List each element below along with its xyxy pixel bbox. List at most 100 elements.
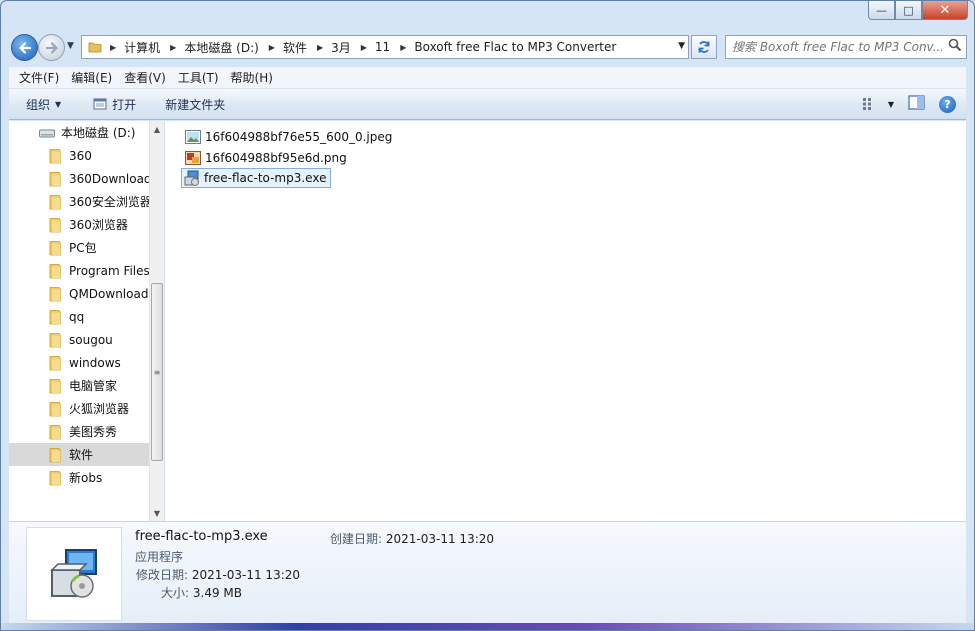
tree-item-program-files[interactable]: Program Files [9, 259, 151, 282]
scroll-down-icon[interactable]: ▼ [150, 505, 164, 521]
help-button[interactable]: ? [939, 95, 956, 113]
preview-pane-button[interactable] [908, 95, 925, 113]
desktop-edge [1, 623, 974, 630]
minimize-button[interactable]: — [868, 1, 895, 20]
caption-buttons: — □ ✕ [868, 1, 968, 20]
refresh-icon [698, 41, 710, 53]
detail-file-type: 应用程序 [135, 550, 184, 564]
tree-item-360[interactable]: 360 [9, 144, 151, 167]
breadcrumb-march[interactable]: 3月 [331, 39, 351, 56]
chevron-right-icon[interactable]: ▶ [400, 43, 406, 52]
organize-label: 组织 [26, 97, 51, 112]
created-value: 2021-03-11 13:20 [385, 532, 495, 546]
installer-exe-icon [50, 549, 97, 598]
file-name: free-flac-to-mp3.exe [204, 171, 327, 185]
menu-help[interactable]: 帮助(H) [231, 69, 273, 86]
folder-icon [49, 194, 61, 209]
chevron-right-icon[interactable]: ▶ [170, 43, 176, 52]
navigation-scrollbar[interactable]: ▲ ≡ ▼ [149, 121, 164, 521]
tree-item-qq[interactable]: qq [9, 305, 151, 328]
file-thumbnail [26, 527, 122, 621]
navigation-pane: 本地磁盘 (D:) 360 360Download 360安全浏览器 360浏览… [9, 121, 165, 521]
forward-button[interactable] [38, 34, 65, 61]
chevron-right-icon[interactable]: ▶ [361, 43, 367, 52]
menu-tools[interactable]: 工具(T) [178, 69, 219, 86]
maximize-button[interactable]: □ [895, 1, 922, 20]
search-icon[interactable] [948, 38, 962, 56]
folder-icon [49, 217, 61, 232]
folder-icon [49, 355, 61, 370]
refresh-button[interactable] [691, 35, 717, 59]
created-label: 创建日期: [330, 532, 383, 546]
folder-icon [49, 470, 61, 485]
breadcrumb-local-disk-d[interactable]: 本地磁盘 (D:) [184, 39, 258, 56]
close-button[interactable]: ✕ [922, 1, 968, 20]
folder-icon [49, 447, 61, 462]
tree-label: Program Files [69, 263, 150, 278]
search-input[interactable] [732, 40, 942, 54]
tree-item-qmdownload[interactable]: QMDownload [9, 282, 151, 305]
new-folder-button[interactable]: 新建文件夹 [165, 96, 225, 113]
folder-icon [49, 332, 61, 347]
menu-edit[interactable]: 编辑(E) [71, 69, 112, 86]
chevron-right-icon[interactable]: ▶ [110, 43, 116, 52]
tree-item-firefox[interactable]: 火狐浏览器 [9, 397, 151, 420]
menu-file[interactable]: 文件(F) [19, 69, 59, 86]
tree-item-new-obs[interactable]: 新obs [9, 466, 151, 489]
tree-item-pc-manager[interactable]: 电脑管家 [9, 374, 151, 397]
detail-modified: 修改日期: 2021-03-11 13:20 [136, 566, 300, 583]
file-item[interactable]: 16f604988bf95e6d.png [183, 148, 351, 168]
scrollbar-thumb[interactable]: ≡ [151, 283, 163, 461]
folder-icon [49, 148, 61, 163]
tree-item-pc-bao[interactable]: PC包 [9, 236, 151, 259]
change-view-button[interactable]: ▼ [862, 97, 894, 111]
file-list: 16f604988bf76e55_600_0.jpeg 16f604988bf9… [165, 121, 966, 521]
preview-pane-icon [908, 95, 925, 110]
menu-view[interactable]: 查看(V) [124, 69, 166, 86]
navigation-row: ▼ ▶ 计算机 ▶ 本地磁盘 (D:) ▶ 软件 ▶ 3月 ▶ 11 ▶ Box… [9, 31, 967, 63]
scroll-up-icon[interactable]: ▲ [150, 121, 164, 137]
detail-file-name: free-flac-to-mp3.exe [135, 529, 268, 544]
open-button[interactable]: 打开 [93, 96, 136, 113]
organize-button[interactable]: 组织 ▼ [26, 96, 61, 113]
tree-item-software[interactable]: 软件 [9, 443, 151, 466]
folder-icon [49, 309, 61, 324]
modified-value: 2021-03-11 13:20 [191, 568, 301, 582]
view-options-icon [862, 98, 871, 110]
tree-item-360-browser[interactable]: 360浏览器 [9, 213, 151, 236]
folder-icon [49, 263, 61, 278]
search-box[interactable] [725, 35, 967, 59]
tree-item-local-disk-d[interactable]: 本地磁盘 (D:) [9, 121, 151, 144]
breadcrumb: ▶ 计算机 ▶ 本地磁盘 (D:) ▶ 软件 ▶ 3月 ▶ 11 ▶ Boxof… [108, 39, 624, 56]
hard-drive-icon [39, 129, 55, 137]
back-button[interactable] [11, 34, 38, 61]
address-dropdown-icon[interactable]: ▼ [678, 41, 685, 51]
breadcrumb-current-folder[interactable]: Boxoft free Flac to MP3 Converter [414, 40, 616, 54]
file-item-selected[interactable]: free-flac-to-mp3.exe [181, 168, 332, 188]
chevron-right-icon[interactable]: ▶ [317, 43, 323, 52]
back-arrow-icon [18, 41, 31, 54]
breadcrumb-software[interactable]: 软件 [283, 39, 307, 56]
size-value: 3.49 MB [192, 586, 242, 600]
address-bar[interactable]: ▶ 计算机 ▶ 本地磁盘 (D:) ▶ 软件 ▶ 3月 ▶ 11 ▶ Boxof… [81, 35, 689, 59]
breadcrumb-computer[interactable]: 计算机 [124, 39, 160, 56]
recent-pages-dropdown[interactable]: ▼ [67, 41, 74, 51]
breadcrumb-11[interactable]: 11 [375, 40, 390, 54]
file-item[interactable]: 16f604988bf76e55_600_0.jpeg [183, 127, 396, 147]
tree-item-meitu[interactable]: 美图秀秀 [9, 420, 151, 443]
tree-item-360-secure-browser[interactable]: 360安全浏览器 [9, 190, 151, 213]
tree-label: windows [69, 355, 121, 370]
tree-label: PC包 [69, 241, 97, 255]
tree-item-windows[interactable]: windows [9, 351, 151, 374]
detail-size: 大小: 3.49 MB [161, 584, 242, 601]
explorer-window: — □ ✕ ▼ ▶ 计算机 ▶ 本地磁盘 (D:) ▶ 软件 ▶ 3月 ▶ 11… [0, 0, 975, 631]
tree-item-360download[interactable]: 360Download [9, 167, 151, 190]
menu-bar: 文件(F) 编辑(E) 查看(V) 工具(T) 帮助(H) [9, 67, 966, 89]
forward-arrow-icon [45, 41, 58, 54]
tree-item-sougou[interactable]: sougou [9, 328, 151, 351]
file-name: 16f604988bf95e6d.png [205, 151, 347, 165]
folder-tree: 本地磁盘 (D:) 360 360Download 360安全浏览器 360浏览… [9, 121, 151, 489]
chevron-right-icon[interactable]: ▶ [269, 43, 275, 52]
tree-label: QMDownload [69, 286, 149, 301]
png-image-icon [185, 151, 201, 165]
